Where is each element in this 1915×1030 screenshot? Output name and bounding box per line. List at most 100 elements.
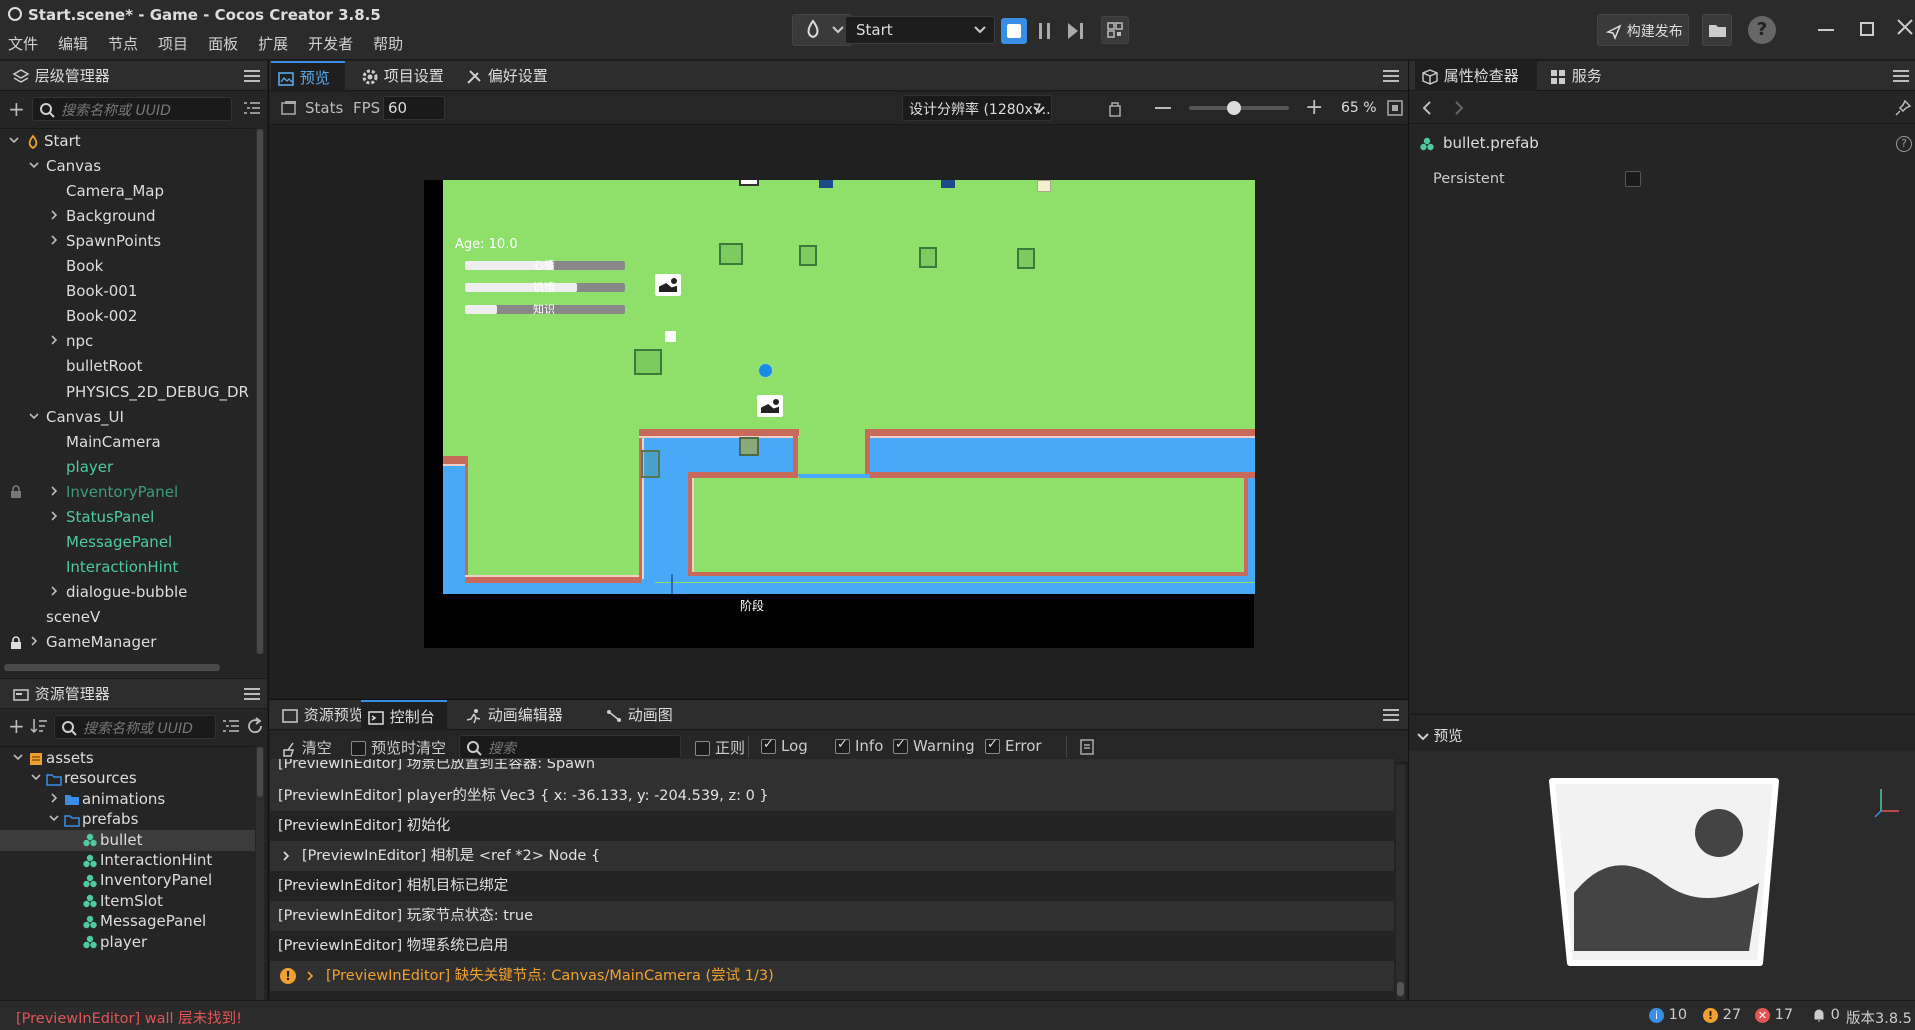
open-project-folder-button[interactable] [1702,14,1732,46]
hierarchy-node[interactable]: Camera_Map [0,179,255,204]
minimize-icon[interactable] [1818,29,1834,31]
chevron-right-icon[interactable] [28,630,40,655]
sort-icon[interactable] [30,717,48,735]
tab-preview[interactable]: 预览 [271,61,345,91]
error-count[interactable]: ✕ 17 [1755,1007,1793,1023]
screenshot-icon[interactable] [281,100,297,116]
hierarchy-node[interactable]: SpawnPoints [0,229,255,254]
hierarchy-node[interactable]: MessagePanel [0,530,255,555]
chevron-right-icon[interactable] [48,229,60,254]
tab-assets[interactable]: 资源管理器 [6,679,110,709]
filter-warning-checkbox[interactable]: Warning [893,737,975,755]
tab-hierarchy[interactable]: 层级管理器 [6,61,110,91]
console-log-row[interactable]: ! [PreviewInEditor] 缺失关键节点: Canvas/MainCa… [270,961,1394,991]
persistent-checkbox[interactable] [1625,171,1641,187]
asset-item[interactable]: InventoryPanel [0,870,255,891]
hierarchy-node[interactable]: dialogue-bubble [0,580,255,605]
chevron-right-icon[interactable] [48,505,60,530]
console-menu-icon[interactable] [1383,709,1399,721]
lock-icon[interactable] [10,630,22,655]
hierarchy-node[interactable]: bulletRoot [0,354,255,379]
help-icon[interactable]: ? [1748,16,1776,44]
warning-count[interactable]: ! 27 [1703,1007,1741,1023]
lock-icon[interactable] [10,480,22,505]
scene-select[interactable]: Start [845,16,995,44]
assets-menu-icon[interactable] [244,688,260,700]
hierarchy-node[interactable]: Canvas [0,154,255,179]
hierarchy-menu-icon[interactable] [244,70,260,82]
preview-menu-icon[interactable] [1383,70,1399,82]
prefab-preview-viewport[interactable] [1409,751,1915,1001]
chevron-down-icon[interactable] [48,809,60,830]
zoom-in-icon[interactable]: + [1305,96,1323,120]
clear-on-preview-checkbox[interactable]: 预览时清空 [351,737,446,758]
pin-icon[interactable] [1895,100,1911,116]
hierarchy-node[interactable]: Background [0,204,255,229]
menu-extension[interactable]: 扩展 [258,33,288,54]
menu-panel[interactable]: 面板 [208,33,238,54]
resolution-select[interactable]: 设计分辨率 (1280x7... [902,95,1052,121]
step-button[interactable] [1064,20,1086,42]
console-scrollbar[interactable] [1396,765,1405,1000]
console-log-row[interactable]: [PreviewInEditor] 相机目标已绑定 [270,871,1394,901]
hierarchy-node[interactable]: GameManager [0,630,255,655]
chevron-right-icon[interactable] [48,789,60,810]
hierarchy-node[interactable]: InteractionHint [0,555,255,580]
hierarchy-node[interactable]: StatusPanel [0,505,255,530]
tab-services[interactable]: 服务 [1543,61,1602,91]
chevron-right-icon[interactable] [304,961,316,991]
platform-select[interactable] [792,14,852,46]
game-viewport[interactable]: Age: 10.0 心情 饥饿 知识 阶段 [424,180,1255,648]
console-log-row[interactable]: [PreviewInEditor] 相机是 <ref *2> Node { [270,841,1394,871]
hierarchy-node[interactable]: Book-002 [0,304,255,329]
zoom-slider[interactable] [1189,101,1289,115]
hierarchy-node[interactable]: Start [0,129,255,154]
chevron-down-icon[interactable] [8,129,20,154]
hierarchy-hscrollbar[interactable] [4,664,220,671]
asset-item[interactable]: animations [0,789,255,810]
preview-section-header[interactable]: 预览 [1417,725,1463,746]
back-icon[interactable] [1419,100,1435,116]
asset-item[interactable]: InteractionHint [0,850,255,871]
hierarchy-node[interactable]: MainCamera [0,430,255,455]
stop-button[interactable] [1001,18,1027,44]
chevron-down-icon[interactable] [28,405,40,430]
asset-item[interactable]: resources [0,768,255,789]
chevron-right-icon[interactable] [48,329,60,354]
hierarchy-node[interactable]: sceneV [0,605,255,630]
zoom-slider-knob[interactable] [1227,101,1241,115]
tab-asset-preview[interactable]: 资源预览 [275,700,364,730]
close-icon[interactable] [1896,18,1914,36]
collapse-all-icon[interactable] [243,100,261,116]
log-file-icon[interactable] [1079,739,1095,755]
filter-log-checkbox[interactable]: Log [761,737,808,755]
hierarchy-search-input[interactable]: 搜索名称或 UUID [32,97,232,121]
info-count[interactable]: i 10 [1649,1007,1687,1023]
clear-button[interactable]: 清空 [281,737,332,758]
chevron-right-icon[interactable] [280,841,292,871]
chevron-right-icon[interactable] [48,204,60,229]
menu-project[interactable]: 项目 [158,33,188,54]
status-message[interactable]: [PreviewInEditor] wall 层未找到! [16,1007,242,1028]
console-search-input[interactable]: 搜索 [459,735,681,759]
tab-console[interactable]: 控制台 [361,700,447,730]
notification-count[interactable]: 0 [1812,1007,1840,1023]
stats-toggle[interactable]: Stats [305,96,345,120]
fit-screen-icon[interactable] [1387,100,1403,116]
asset-item[interactable]: MessagePanel [0,911,255,932]
maximize-icon[interactable] [1860,22,1874,36]
help-icon[interactable]: ? [1896,136,1912,152]
qrcode-button[interactable] [1101,16,1129,44]
hierarchy-node[interactable]: InventoryPanel [0,480,255,505]
tab-animation-editor[interactable]: 动画编辑器 [459,700,563,730]
menu-edit[interactable]: 编辑 [58,33,88,54]
hierarchy-node[interactable]: Book-001 [0,279,255,304]
tab-animation-graph[interactable]: 动画图 [599,700,673,730]
chevron-right-icon[interactable] [48,480,60,505]
menu-help[interactable]: 帮助 [373,33,403,54]
collapse-assets-icon[interactable] [222,718,240,734]
forward-icon[interactable] [1451,100,1467,116]
inspector-menu-icon[interactable] [1893,70,1909,82]
regex-checkbox[interactable]: 正则 [695,737,745,758]
chevron-right-icon[interactable] [48,580,60,605]
